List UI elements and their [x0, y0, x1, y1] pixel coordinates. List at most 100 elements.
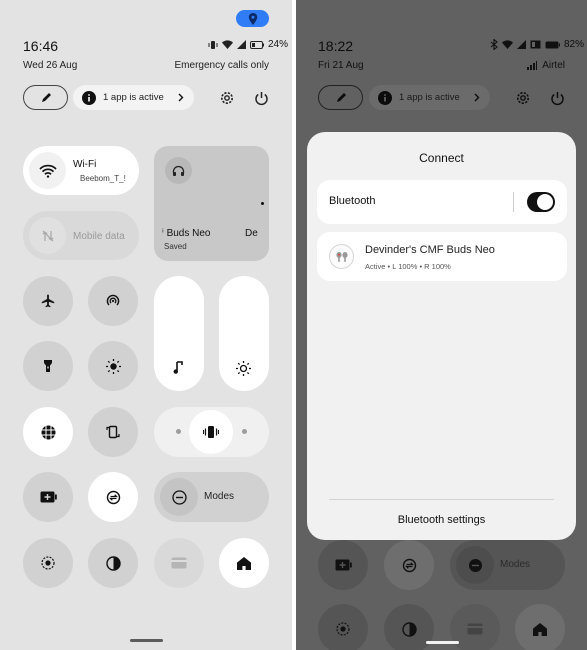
battery-percent: 82% [564, 39, 585, 50]
date: Wed 26 Aug [23, 60, 78, 71]
device-status: Active • L 100% • R 100% [365, 262, 451, 271]
wifi-label: Wi-Fi [73, 159, 97, 170]
buds-tile-next-device: De [245, 228, 258, 239]
contrast-icon [401, 621, 417, 637]
power-button[interactable] [547, 88, 567, 108]
card-icon [467, 623, 483, 635]
mobile-data-off-icon [41, 229, 55, 243]
brightness-slider[interactable] [219, 276, 269, 391]
battery-saver-toggle[interactable] [23, 472, 73, 522]
battery-icon [545, 41, 560, 49]
hotspot-toggle[interactable] [88, 276, 138, 326]
home-icon [533, 622, 547, 636]
battery-saver-toggle[interactable] [318, 540, 368, 590]
media-volume-slider[interactable] [154, 276, 204, 391]
modes-tile[interactable]: Modes [154, 472, 269, 522]
screen-record-toggle[interactable] [23, 538, 73, 588]
home-toggle[interactable] [515, 604, 565, 650]
gesture-handle[interactable] [426, 641, 459, 644]
mobile-data-tile[interactable]: Mobile data [23, 211, 139, 260]
power-button[interactable] [251, 88, 271, 108]
buds-tile-name-text: Buds Neo [166, 228, 211, 239]
airplane-icon [41, 294, 55, 308]
gesture-handle[interactable] [130, 639, 163, 642]
do-not-disturb-icon [468, 558, 483, 573]
toggle-divider [513, 192, 514, 212]
pencil-icon [335, 92, 347, 104]
emergency-calls-status: Emergency calls only [174, 60, 269, 71]
sync-icon [402, 558, 417, 573]
sound-mode-selector[interactable] [154, 407, 269, 457]
signal-icon [237, 40, 246, 49]
bluetooth-switch[interactable] [527, 192, 555, 212]
bluetooth-settings-link[interactable]: Bluetooth settings [307, 514, 576, 526]
paired-device-row[interactable]: Devinder's CMF Buds Neo Active • L 100% … [317, 232, 567, 281]
music-note-icon [173, 361, 184, 375]
wifi-tile[interactable]: Wi-Fi Beebom_T_! [23, 146, 139, 195]
clock: 18:22 [318, 38, 354, 54]
gear-icon [515, 90, 531, 106]
location-indicator[interactable] [236, 10, 269, 27]
edit-button[interactable] [23, 85, 68, 110]
chevron-right-icon [474, 93, 480, 102]
active-apps-label: 1 app is active [103, 92, 164, 103]
pencil-icon [40, 92, 52, 104]
record-icon [41, 556, 55, 570]
sound-mode-dot-right [242, 429, 247, 434]
nfc-toggle[interactable] [23, 407, 73, 457]
settings-gear-button[interactable] [217, 88, 237, 108]
rotate-icon [106, 424, 120, 440]
modes-label: Modes [500, 559, 531, 570]
auto-brightness-toggle[interactable] [88, 341, 138, 391]
carrier-name: Airtel [542, 60, 565, 71]
wallet-toggle[interactable] [154, 538, 204, 588]
buds-tile-name: ⁱ Buds Neo [162, 228, 211, 239]
active-apps-label: 1 app is active [399, 92, 460, 103]
bluetooth-toggle-row[interactable]: Bluetooth [317, 180, 567, 224]
carrier-status: Airtel [527, 60, 565, 71]
active-apps-button[interactable]: 1 app is active [73, 85, 194, 110]
status-icons: 82% [490, 39, 584, 50]
buds-tile-status: Saved [164, 242, 187, 251]
dialog-title: Connect [419, 151, 464, 165]
bluetooth-status-icon [490, 39, 498, 50]
headphones-icon [172, 165, 185, 177]
record-icon [336, 622, 350, 636]
modes-tile[interactable]: Modes [450, 540, 565, 590]
edit-button[interactable] [318, 85, 363, 110]
headphones-icon-bg [165, 157, 192, 184]
mobile-data-icon-bg [29, 217, 66, 254]
signal-bars-icon [527, 61, 538, 70]
home-toggle[interactable] [219, 538, 269, 588]
brightness-icon [105, 358, 121, 374]
vibrate-mode-button[interactable] [189, 410, 233, 454]
wifi-network: Beebom_T_! [80, 174, 126, 183]
settings-gear-button[interactable] [513, 88, 533, 108]
power-icon [254, 91, 269, 106]
info-icon [82, 90, 96, 105]
modes-icon-bg [456, 546, 494, 584]
carousel-dot [261, 202, 264, 205]
sync-icon [106, 490, 121, 505]
screen-record-toggle[interactable] [318, 604, 368, 650]
mobile-data-label: Mobile data [73, 231, 125, 242]
buds-media-tile[interactable]: ⁱ Buds Neo De Saved [154, 146, 269, 261]
dark-theme-toggle[interactable] [88, 538, 138, 588]
vibrate-mode-icon [203, 425, 219, 439]
lte-icon [530, 40, 541, 49]
airplane-mode-toggle[interactable] [23, 276, 73, 326]
card-icon [171, 557, 187, 569]
data-sync-toggle[interactable] [88, 472, 138, 522]
chevron-right-icon [178, 93, 184, 102]
switch-thumb [537, 194, 553, 210]
hotspot-icon [106, 294, 120, 308]
flashlight-toggle[interactable] [23, 341, 73, 391]
quick-settings-panel: 16:46 Wed 26 Aug 24% Emergency calls onl… [0, 0, 292, 650]
auto-rotate-toggle[interactable] [88, 407, 138, 457]
battery-plus-icon [335, 559, 352, 571]
wifi-signal-icon [222, 40, 233, 49]
data-sync-toggle[interactable] [384, 540, 434, 590]
quick-settings-panel-dimmed: 18:22 Fri 21 Aug 82% Airtel 1 app is act… [296, 0, 587, 650]
battery-plus-icon [40, 491, 57, 503]
active-apps-button[interactable]: 1 app is active [369, 85, 490, 110]
